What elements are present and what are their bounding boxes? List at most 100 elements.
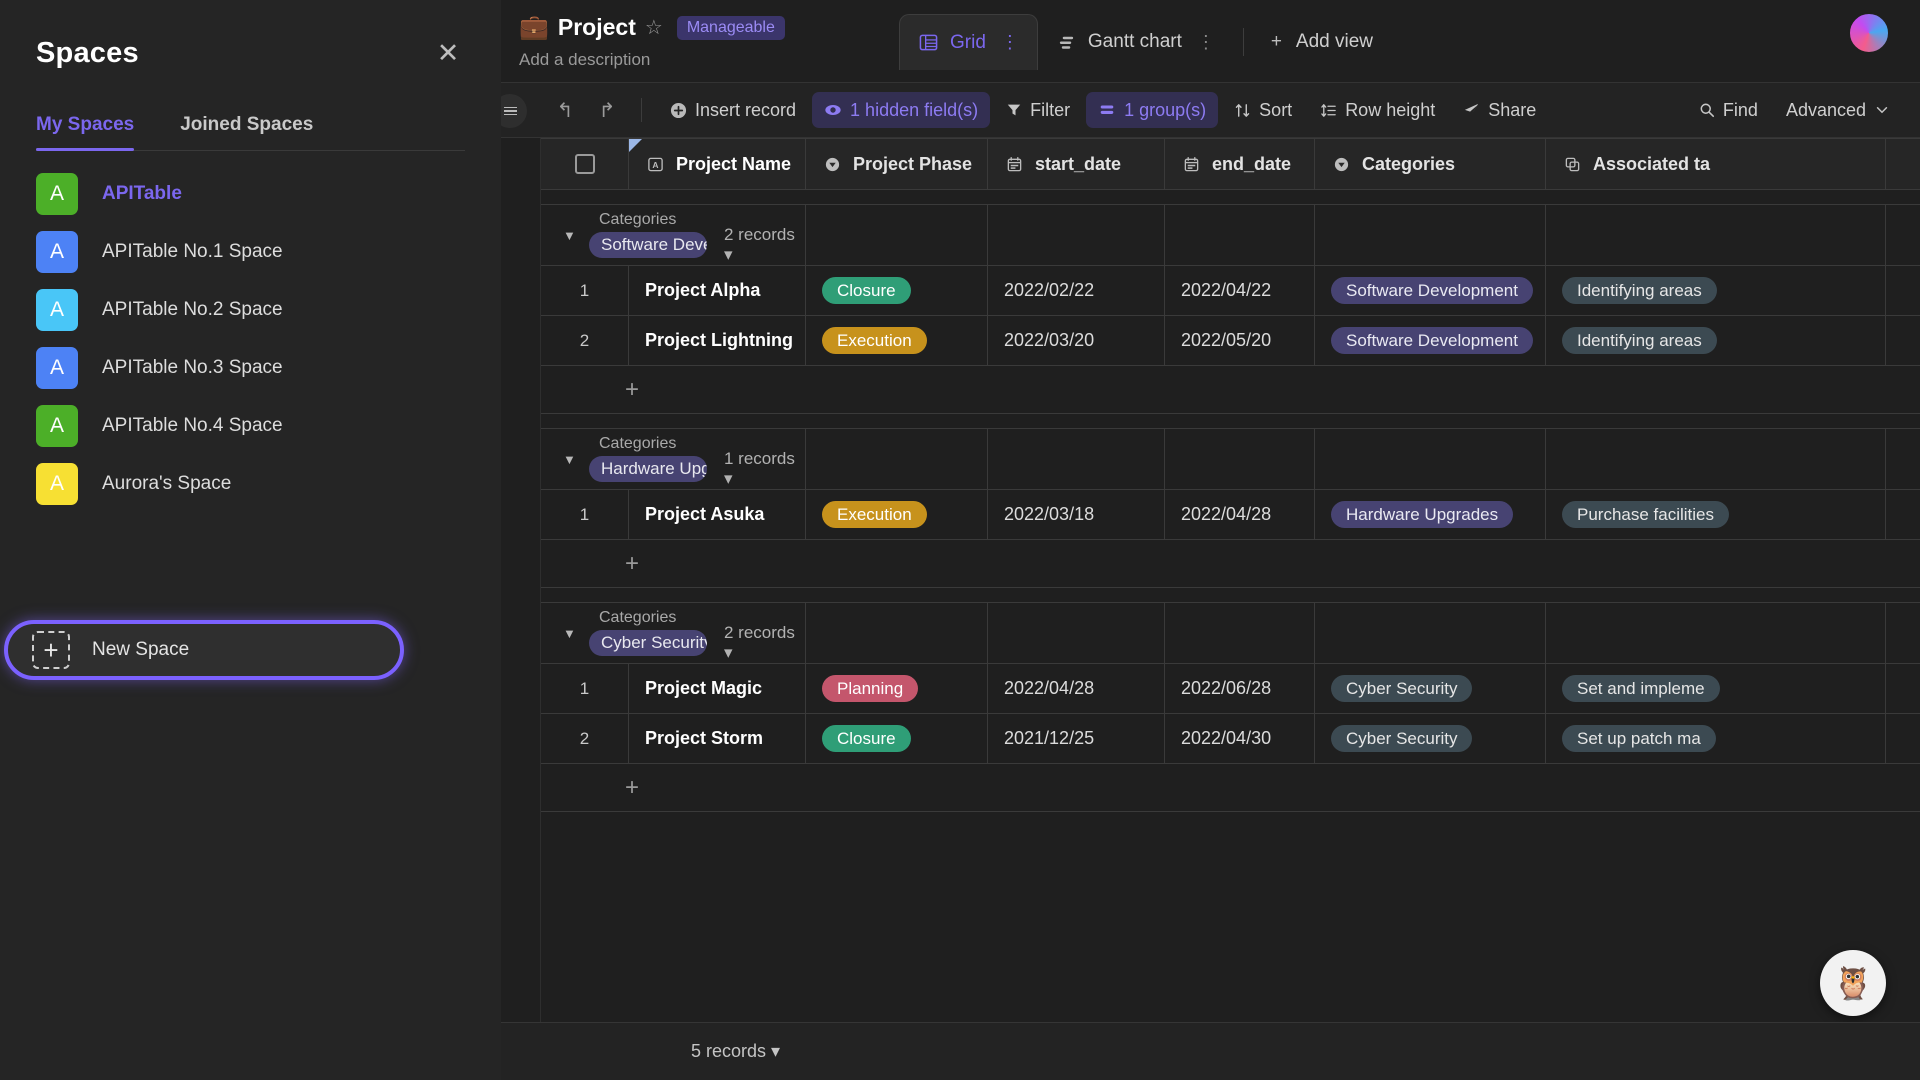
list-item-space-apitable[interactable]: A APITable [36, 165, 465, 223]
add-view-button[interactable]: + Add view [1254, 14, 1385, 70]
list-item-space-3[interactable]: A APITable No.3 Space [36, 339, 465, 397]
star-icon[interactable]: ☆ [645, 15, 663, 40]
cell-start-date[interactable]: 2021/12/25 [988, 714, 1165, 763]
filter-button[interactable]: Filter [994, 92, 1082, 128]
group-record-count[interactable]: 2 records ▾ [724, 225, 805, 265]
tab-joined-spaces[interactable]: Joined Spaces [180, 114, 313, 150]
sort-button[interactable]: Sort [1222, 92, 1304, 128]
new-space-label: New Space [92, 639, 189, 661]
cell-project-name[interactable]: Project Lightning [629, 316, 806, 365]
group-record-count[interactable]: 1 records ▾ [724, 449, 805, 489]
cell-project-phase[interactable]: Planning [806, 664, 988, 713]
add-record-row[interactable]: + [541, 366, 1920, 414]
primary-field-marker [629, 139, 642, 152]
cell-categories[interactable]: Software Development [1315, 316, 1546, 365]
add-record-row[interactable]: + [541, 540, 1920, 588]
cell-associated-tasks[interactable]: Purchase facilities [1546, 490, 1886, 539]
doc-description[interactable]: Add a description [519, 50, 891, 70]
cell-end-date[interactable]: 2022/04/22 [1165, 266, 1315, 315]
cell-end-date[interactable]: 2022/04/30 [1165, 714, 1315, 763]
row-height-icon [1320, 102, 1337, 119]
table-row[interactable]: 1 Project Asuka Execution 2022/03/18 202… [541, 490, 1920, 540]
tab-gantt-view[interactable]: Gantt chart ⋮ [1038, 14, 1233, 70]
new-space-button[interactable]: + New Space [4, 620, 404, 680]
cell-start-date[interactable]: 2022/03/20 [988, 316, 1165, 365]
cell-categories[interactable]: Cyber Security [1315, 664, 1546, 713]
cell-start-date[interactable]: 2022/03/18 [988, 490, 1165, 539]
close-icon[interactable]: ✕ [431, 36, 465, 70]
row-height-button[interactable]: Row height [1308, 92, 1447, 128]
column-header-end-date[interactable]: end_date [1165, 139, 1315, 189]
list-item-space-aurora[interactable]: A Aurora's Space [36, 455, 465, 513]
cell-project-phase[interactable]: Closure [806, 714, 988, 763]
tab-grid-view[interactable]: Grid ⋮ [899, 14, 1038, 70]
column-header-start-date[interactable]: start_date [988, 139, 1165, 189]
group-field-label: Categories [599, 435, 676, 453]
cell-project-name[interactable]: Project Storm [629, 714, 806, 763]
column-header-associated-tasks[interactable]: Associated ta [1546, 139, 1886, 189]
cell-project-phase[interactable]: Closure [806, 266, 988, 315]
cell-start-date[interactable]: 2022/04/28 [988, 664, 1165, 713]
checkbox-icon[interactable] [575, 154, 595, 174]
list-item-space-4[interactable]: A APITable No.4 Space [36, 397, 465, 455]
tab-my-spaces[interactable]: My Spaces [36, 114, 134, 150]
toolbar-label: Share [1488, 100, 1536, 121]
view-menu-icon[interactable]: ⋮ [1197, 32, 1215, 53]
group-header-main[interactable]: ▼ Categories Software Deve 2 records ▾ [541, 205, 806, 265]
column-header-project-phase[interactable]: Project Phase [806, 139, 988, 189]
list-item-space-2[interactable]: A APITable No.2 Space [36, 281, 465, 339]
mascot-icon[interactable]: 🦉 [1820, 950, 1886, 1016]
hamburger-icon[interactable] [501, 94, 527, 128]
chevron-down-icon[interactable]: ▼ [563, 229, 576, 242]
group-header-main[interactable]: ▼ Categories Cyber Security 2 records ▾ [541, 603, 806, 663]
avatar: A [36, 347, 78, 389]
chevron-down-icon[interactable]: ▼ [563, 627, 576, 640]
column-header-project-name[interactable]: A Project Name [629, 139, 806, 189]
toolbar-label: Row height [1345, 100, 1435, 121]
cell-categories[interactable]: Hardware Upgrades [1315, 490, 1546, 539]
cell-project-phase[interactable]: Execution [806, 490, 988, 539]
cell-associated-tasks[interactable]: Set and impleme [1546, 664, 1886, 713]
group-record-count[interactable]: 2 records ▾ [724, 623, 805, 663]
column-header-categories[interactable]: Categories [1315, 139, 1546, 189]
insert-record-button[interactable]: Insert record [658, 92, 808, 128]
table-row[interactable]: 2 Project Storm Closure 2021/12/25 2022/… [541, 714, 1920, 764]
undo-arrow-icon[interactable]: ↰ [547, 93, 583, 127]
redo-arrow-icon[interactable]: ↱ [589, 93, 625, 127]
cell-project-phase[interactable]: Execution [806, 316, 988, 365]
cell-associated-tasks[interactable]: Identifying areas [1546, 266, 1886, 315]
doc-title[interactable]: Project [558, 14, 636, 41]
table-row[interactable]: 2 Project Lightning Execution 2022/03/20… [541, 316, 1920, 366]
record-total[interactable]: 5 records ▾ [691, 1041, 780, 1062]
cell-categories[interactable]: Cyber Security [1315, 714, 1546, 763]
chevron-down-icon[interactable]: ▼ [563, 453, 576, 466]
table-row[interactable]: 1 Project Magic Planning 2022/04/28 2022… [541, 664, 1920, 714]
share-button[interactable]: Share [1451, 92, 1548, 128]
select-all-checkbox[interactable] [541, 139, 629, 189]
advanced-button[interactable]: Advanced [1774, 92, 1902, 128]
group-header-main[interactable]: ▼ Categories Hardware Upg 1 records ▾ [541, 429, 806, 489]
cell-project-name[interactable]: Project Asuka [629, 490, 806, 539]
cell-end-date[interactable]: 2022/05/20 [1165, 316, 1315, 365]
cell-project-name[interactable]: Project Alpha [629, 266, 806, 315]
assoc-tag: Purchase facilities [1562, 501, 1729, 528]
cell-categories[interactable]: Software Development [1315, 266, 1546, 315]
spaces-sidebar: Spaces ✕ My Spaces Joined Spaces A APITa… [0, 0, 501, 1080]
cell-end-date[interactable]: 2022/04/28 [1165, 490, 1315, 539]
avatar: A [36, 231, 78, 273]
cell-associated-tasks[interactable]: Identifying areas [1546, 316, 1886, 365]
list-item-space-1[interactable]: A APITable No.1 Space [36, 223, 465, 281]
cell-end-date[interactable]: 2022/06/28 [1165, 664, 1315, 713]
table-row[interactable]: 1 Project Alpha Closure 2022/02/22 2022/… [541, 266, 1920, 316]
group-button[interactable]: 1 group(s) [1086, 92, 1218, 128]
view-menu-icon[interactable]: ⋮ [1001, 32, 1019, 53]
briefcase-icon: 💼 [519, 16, 549, 40]
sort-icon [1234, 102, 1251, 119]
add-record-row[interactable]: + [541, 764, 1920, 812]
hidden-fields-button[interactable]: 1 hidden field(s) [812, 92, 990, 128]
cell-associated-tasks[interactable]: Set up patch ma [1546, 714, 1886, 763]
find-button[interactable]: Find [1687, 92, 1770, 128]
cell-project-name[interactable]: Project Magic [629, 664, 806, 713]
cell-start-date[interactable]: 2022/02/22 [988, 266, 1165, 315]
user-avatar[interactable] [1848, 12, 1890, 54]
